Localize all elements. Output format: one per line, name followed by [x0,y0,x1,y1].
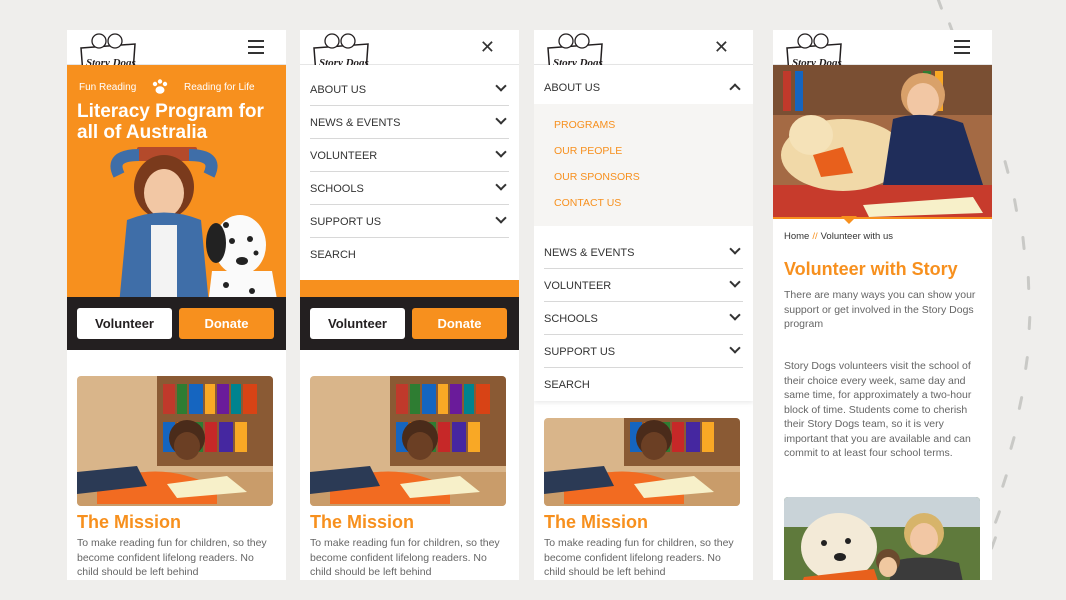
boy-reading-with-dog-image [773,65,992,219]
menu-item-news-events[interactable]: NEWS & EVENTS [310,106,509,139]
chevron-down-icon [495,212,507,224]
body-text: Story Dogs volunteers visit the school o… [784,360,972,459]
chevron-down-icon [729,243,741,255]
action-bar: Volunteer Donate [300,297,519,350]
dalmatian-dog-image [206,215,277,297]
hero-tag-right: Reading for Life [184,82,255,93]
chevron-down-icon [729,276,741,288]
menu-item-support-us[interactable]: SUPPORT US [544,335,743,368]
top-bar: Story Dogs [773,30,992,75]
chevron-down-icon [495,113,507,125]
divider [773,217,992,219]
menu-item-about-us[interactable]: ABOUT US [310,73,509,106]
menu-item-search[interactable]: SEARCH [310,238,509,271]
mission-text: To make reading fun for children, so the… [544,537,734,578]
mission-title: The Mission [310,512,415,532]
hero-title: Literacy Program for all of Australia [77,101,264,143]
chevron-down-icon [729,309,741,321]
mobile-home-screen: Story Dogs Fun Reading Reading for Life … [67,30,286,580]
mission-text: To make reading fun for children, so the… [77,537,267,578]
volunteer-button[interactable]: Volunteer [310,308,405,339]
menu-item-news-events[interactable]: NEWS & EVENTS [544,236,743,269]
chevron-down-icon [495,80,507,92]
mission-image [77,376,273,506]
menu-item-search[interactable]: SEARCH [544,368,743,401]
hero-banner: Fun Reading Reading for Life Literacy Pr… [67,65,286,297]
volunteer-with-dog-image [784,497,980,580]
paw-icon [152,79,168,94]
menu-item-volunteer[interactable]: VOLUNTEER [544,269,743,302]
donate-button[interactable]: Donate [412,308,507,339]
menu-item-about-us[interactable]: ABOUT US [544,71,743,104]
menu-item-volunteer[interactable]: VOLUNTEER [310,139,509,172]
menu-item-schools[interactable]: SCHOOLS [310,172,509,205]
mobile-volunteer-screen: Story Dogs Home//Volunteer with us Volun… [773,30,992,580]
action-bar: Volunteer Donate [67,297,286,350]
nav-menu: ABOUT US NEWS & EVENTS VOLUNTEER SCHOOLS… [300,65,519,271]
mobile-menu-screen: Story Dogs ✕ Volunteer Donate ABOUT US N… [300,30,519,580]
breadcrumb: Home//Volunteer with us [784,231,893,242]
intro-text: There are many ways you can show your su… [784,289,976,330]
mobile-menu-expanded-screen: Story Dogs ✕ ABOUT US PROGRAMS OUR PEOPL… [534,30,753,580]
top-bar: Story Dogs ✕ [534,30,753,75]
donate-button[interactable]: Donate [179,308,274,339]
close-icon[interactable]: ✕ [714,39,729,57]
submenu-item-our-sponsors[interactable]: OUR SPONSORS [554,164,733,190]
mission-title: The Mission [77,512,182,532]
chevron-down-icon [495,179,507,191]
volunteer-button[interactable]: Volunteer [77,308,172,339]
nav-menu: ABOUT US PROGRAMS OUR PEOPLE OUR SPONSOR… [534,65,753,401]
mission-image [310,376,506,506]
submenu-item-our-people[interactable]: OUR PEOPLE [554,138,733,164]
breadcrumb-home[interactable]: Home [784,231,809,242]
submenu-item-programs[interactable]: PROGRAMS [554,112,733,138]
mission-image [544,418,740,506]
chevron-up-icon [729,83,741,95]
menu-item-schools[interactable]: SCHOOLS [544,302,743,335]
about-us-submenu: PROGRAMS OUR PEOPLE OUR SPONSORS CONTACT… [534,104,753,226]
hero-tag-left: Fun Reading [79,82,137,93]
close-icon[interactable]: ✕ [480,39,495,57]
menu-item-support-us[interactable]: SUPPORT US [310,205,509,238]
submenu-item-contact-us[interactable]: CONTACT US [554,190,733,216]
top-bar: Story Dogs [67,30,286,75]
breadcrumb-current: Volunteer with us [820,231,893,242]
hamburger-icon[interactable] [248,40,264,54]
chevron-down-icon [729,342,741,354]
page-title: Volunteer with Story [784,259,958,279]
mission-text: To make reading fun for children, so the… [310,537,500,578]
mission-title: The Mission [544,512,649,532]
top-bar: Story Dogs ✕ [300,30,519,75]
hamburger-icon[interactable] [954,40,970,54]
breadcrumb-separator: // [812,231,818,242]
chevron-down-icon [495,146,507,158]
